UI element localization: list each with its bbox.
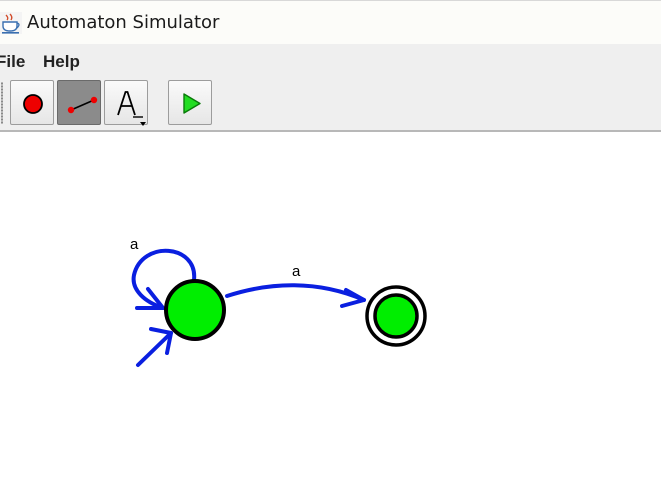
letter-a-icon [117, 91, 146, 126]
dropdown-arrow-icon [140, 122, 146, 126]
automaton-canvas[interactable]: a a [0, 132, 661, 489]
state-q1[interactable] [373, 293, 419, 339]
state-tool-button[interactable] [10, 80, 54, 125]
transition-label[interactable]: a [292, 263, 300, 280]
line-tool-icon [67, 96, 98, 114]
menu-file[interactable]: File [0, 52, 25, 72]
self-loop-label[interactable]: a [130, 236, 138, 253]
run-button[interactable] [168, 80, 212, 125]
text-tool-button[interactable] [104, 80, 148, 126]
toolbar-grip[interactable] [1, 82, 3, 124]
state-q0[interactable] [164, 279, 226, 341]
red-circle-icon [23, 94, 43, 114]
menu-bar: File Help [0, 44, 661, 74]
green-play-icon [183, 93, 201, 114]
title-bar: Automaton Simulator [0, 0, 661, 44]
java-cup-icon [0, 12, 22, 34]
window-title: Automaton Simulator [27, 12, 220, 33]
transition-tool-button[interactable] [57, 80, 101, 125]
transition-edge [225, 283, 366, 302]
toolbar [0, 74, 661, 132]
automaton-graph [131, 248, 427, 367]
self-loop-arrowhead [135, 287, 165, 310]
menu-help[interactable]: Help [43, 52, 80, 72]
